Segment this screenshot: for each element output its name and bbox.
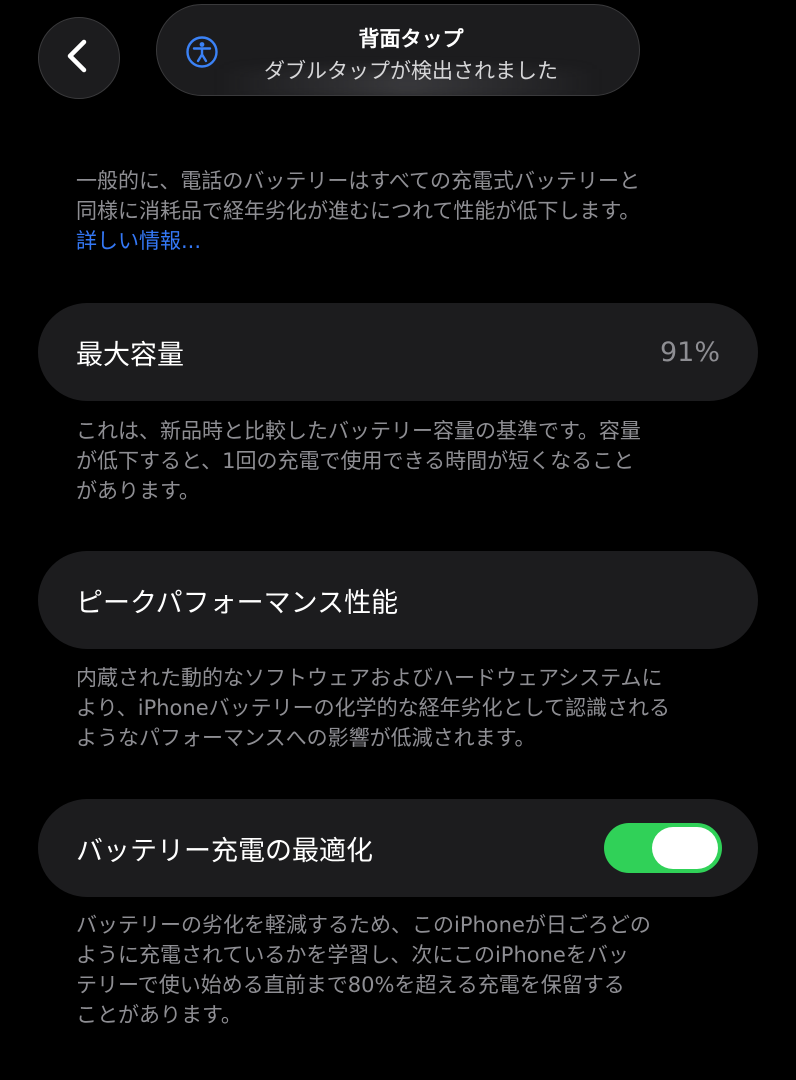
optimized-charging-label: バッテリー充電の最適化 [76, 835, 373, 867]
peak-performance-description: 内蔵された動的なソフトウェアおよびハードウェアシステムに より、iPhoneバッ… [76, 663, 736, 753]
description-line: バッテリーの劣化を軽減するため、このiPhoneが日ごろどの [76, 913, 651, 937]
back-tap-banner[interactable]: 背面タップ ダブルタップが検出されました [156, 4, 640, 96]
description-line: ように充電されているかを学習し、次にこのiPhoneをバッ [76, 943, 629, 967]
optimized-charging-description: バッテリーの劣化を軽減するため、このiPhoneが日ごろどの ように充電されてい… [76, 910, 736, 1030]
intro-line: 同様に消耗品で経年劣化が進むにつれて性能が低下します。 [76, 199, 641, 223]
max-capacity-row: 最大容量 91% [38, 303, 758, 401]
description-line: より、iPhoneバッテリーの化学的な経年劣化として認識される [76, 696, 670, 720]
learn-more-link[interactable]: 詳しい情報... [76, 226, 736, 256]
toggle-knob [652, 827, 718, 869]
battery-health-screen: 背面タップ ダブルタップが検出されました 一般的に、電話のバッテリーはすべての充… [0, 0, 796, 1080]
banner-subtitle: ダブルタップが検出されました [264, 59, 558, 83]
description-line: があります。 [76, 479, 200, 503]
intro-line: 一般的に、電話のバッテリーはすべての充電式バッテリーと [76, 169, 641, 193]
description-line: ことがあります。 [76, 1003, 242, 1027]
description-line: 内蔵された動的なソフトウェアおよびハードウェアシステムに [76, 666, 663, 690]
optimized-charging-toggle[interactable] [604, 823, 722, 873]
peak-performance-row: ピークパフォーマンス性能 [38, 551, 758, 649]
chevron-left-icon [64, 39, 94, 77]
max-capacity-description: これは、新品時と比較したバッテリー容量の基準です。容量 が低下すると、1回の充電… [76, 416, 736, 506]
banner-title: 背面タップ [358, 27, 464, 51]
max-capacity-value: 91% [659, 336, 720, 368]
optimized-charging-row: バッテリー充電の最適化 [38, 799, 758, 897]
description-line: が低下すると、1回の充電で使用できる時間が短くなること [76, 449, 635, 473]
max-capacity-label: 最大容量 [76, 339, 184, 371]
back-button[interactable] [38, 17, 120, 99]
description-line: これは、新品時と比較したバッテリー容量の基準です。容量 [76, 419, 641, 443]
description-line: テリーで使い始める直前まで80%を超える充電を保留する [76, 973, 625, 997]
description-line: ようなパフォーマンスへの影響が低減されます。 [76, 726, 536, 750]
intro-description: 一般的に、電話のバッテリーはすべての充電式バッテリーと 同様に消耗品で経年劣化が… [76, 166, 736, 256]
peak-performance-label: ピークパフォーマンス性能 [76, 587, 399, 619]
